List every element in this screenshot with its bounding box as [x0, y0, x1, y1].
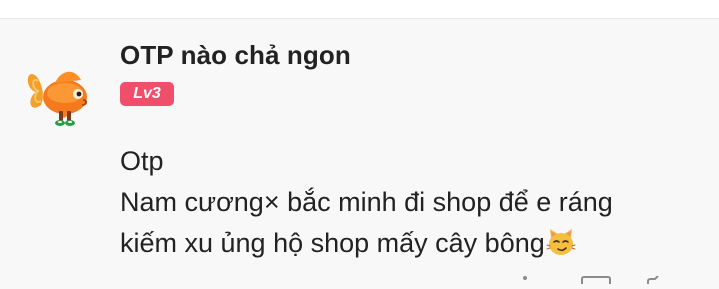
- top-divider: [0, 0, 719, 19]
- comment-line-1: Otp: [120, 146, 164, 176]
- comment-line-3-wrapper: kiếm xu ủng hộ shop mấy cây bông: [120, 223, 700, 264]
- comment-line-2: Nam cương× bắc minh đi shop để e ráng: [120, 187, 613, 217]
- more-icon[interactable]: [520, 271, 530, 280]
- smirking-cat-emoji-icon: [546, 227, 576, 257]
- avatar[interactable]: [20, 49, 102, 131]
- comment-line-3: kiếm xu ủng hộ shop mấy cây bông: [120, 228, 545, 258]
- comment-body: Otp Nam cương× bắc minh đi shop để e rán…: [120, 141, 700, 264]
- username[interactable]: OTP nào chả ngon: [120, 40, 351, 71]
- level-badge: Lv3: [120, 82, 174, 106]
- goldfish-avatar-icon: [20, 49, 102, 131]
- comment-item: OTP nào chả ngon Lv3 Otp Nam cương× bắc …: [0, 19, 719, 284]
- comment-actions: [508, 271, 708, 284]
- like-icon[interactable]: [646, 271, 668, 284]
- reply-icon[interactable]: [580, 271, 612, 284]
